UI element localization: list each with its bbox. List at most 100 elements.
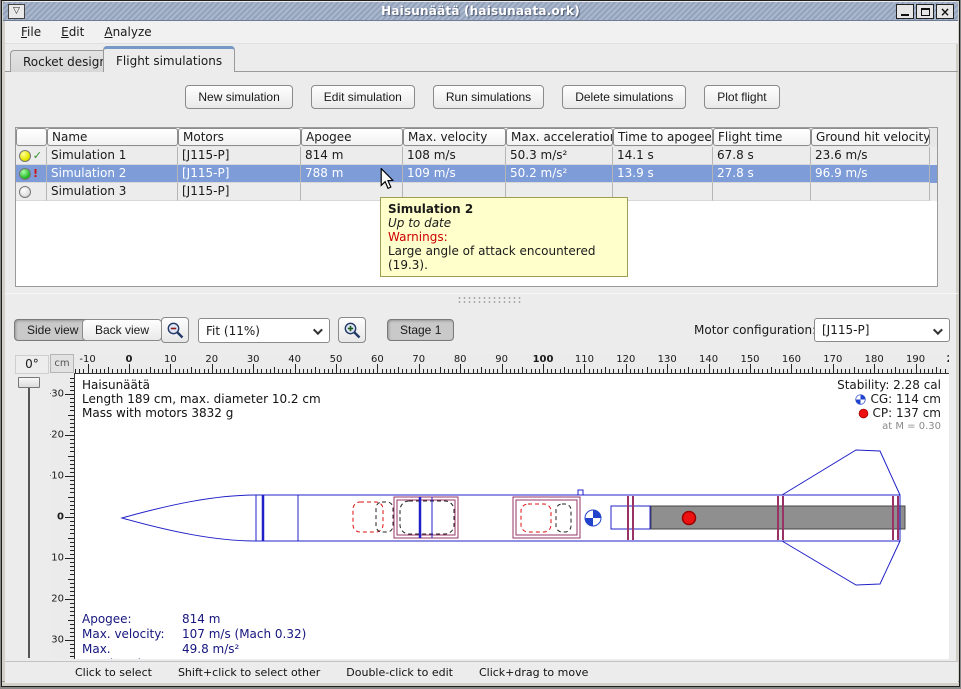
- ruler-label: 20: [51, 594, 64, 605]
- side-view-button[interactable]: Side view: [14, 319, 91, 341]
- fin-bottom: [782, 541, 900, 585]
- column-header-max-acceleration[interactable]: Max. acceleration: [506, 128, 613, 146]
- column-header-max-velocity[interactable]: Max. velocity: [403, 128, 506, 146]
- cell-name: Simulation 1: [47, 147, 178, 165]
- tab-flight-simulations[interactable]: Flight simulations: [103, 46, 235, 72]
- back-view-button[interactable]: Back view: [82, 319, 162, 341]
- shock-cord-1: [376, 502, 393, 532]
- result-max-velocity-value: 107 m/s (Mach 0.32): [182, 627, 306, 642]
- run-simulations-button[interactable]: Run simulations: [433, 85, 544, 109]
- ruler-tick: [419, 364, 420, 373]
- rocket-dimensions: Length 189 cm, max. diameter 10.2 cm: [82, 392, 321, 406]
- cg-icon: [855, 394, 866, 405]
- title-bar[interactable]: ▽ Haisunäätä (haisunaata.ork) ×: [3, 2, 958, 21]
- window-frame-left: [2, 1, 5, 687]
- rotation-slider-track[interactable]: [28, 386, 30, 658]
- maximize-icon: [921, 8, 930, 16]
- tab-rocket-design-label: Rocket design: [23, 55, 107, 69]
- status-notsimulated-icon: [19, 186, 31, 198]
- ruler-label: 40: [288, 354, 301, 365]
- ruler-label: 140: [699, 354, 718, 365]
- launch-lug: [578, 490, 583, 495]
- cell-apogee: 814 m: [301, 147, 403, 165]
- menu-edit[interactable]: Edit: [51, 22, 94, 42]
- result-apogee-value: 814 m: [182, 612, 220, 627]
- zoom-out-button[interactable]: [161, 317, 189, 343]
- column-header-ground-hit-velocity[interactable]: Ground hit velocity: [811, 128, 930, 146]
- cell-max-acceleration: 50.3 m/s²: [506, 147, 613, 165]
- ruler-label: -10: [50, 471, 64, 482]
- column-header-apogee[interactable]: Apogee: [301, 128, 403, 146]
- edit-simulation-button[interactable]: Edit simulation: [311, 85, 415, 109]
- maximize-button[interactable]: [916, 4, 934, 19]
- simulation-tooltip: Simulation 2 Up to date Warnings: Large …: [380, 197, 628, 277]
- design-info: Haisunäätä Length 189 cm, max. diameter …: [82, 378, 321, 420]
- tooltip-warnings-label: Warnings:: [388, 230, 620, 244]
- ruler-label: -20: [50, 430, 64, 441]
- column-header-flight-time[interactable]: Flight time: [713, 128, 811, 146]
- ruler-label: 200: [947, 354, 949, 365]
- table-header-row: Name Motors Apogee Max. velocity Max. ac…: [16, 128, 937, 147]
- window-menu-icon[interactable]: ▽: [8, 4, 25, 19]
- ruler-tick: [65, 476, 74, 477]
- table-row-simulation-1[interactable]: ✓ Simulation 1 [J115-P] 814 m 108 m/s 50…: [16, 147, 937, 165]
- ruler-tick: [626, 364, 627, 373]
- close-icon: ×: [940, 7, 950, 17]
- plot-flight-button[interactable]: Plot flight: [704, 85, 779, 109]
- close-button[interactable]: ×: [936, 4, 954, 19]
- ruler-tick: [65, 394, 74, 395]
- hint-click-select: Click to select: [75, 666, 152, 679]
- mouse-cursor: [379, 168, 395, 193]
- table-row-simulation-2[interactable]: ! Simulation 2 [J115-P] 788 m 109 m/s 50…: [16, 165, 937, 183]
- ruler-tick: [916, 364, 917, 373]
- cp-value: CP: 137 cm: [873, 406, 941, 420]
- cp-icon: [858, 408, 869, 419]
- menu-file[interactable]: File: [11, 22, 51, 42]
- cell-flight-time: 27.8 s: [713, 165, 811, 183]
- motor-configuration-select[interactable]: [J115-P]: [814, 318, 950, 342]
- tooltip-status: Up to date: [388, 216, 620, 230]
- splitter-grip[interactable]: [457, 296, 523, 303]
- menu-analyze[interactable]: Analyze: [94, 22, 161, 42]
- ruler-tick: [295, 364, 296, 373]
- column-header-time-to-apogee[interactable]: Time to apogee: [613, 128, 713, 146]
- ruler-tick: [502, 364, 503, 373]
- fin-top: [782, 450, 900, 495]
- zoom-in-icon: [343, 321, 362, 340]
- ruler-label: 120: [616, 354, 635, 365]
- window-title: Haisunäätä (haisunaata.ork): [3, 4, 958, 18]
- zoom-level-select[interactable]: Fit (11%): [198, 318, 330, 343]
- ruler-tick: [833, 364, 834, 373]
- ruler-label: 80: [454, 354, 467, 365]
- cg-marker: [585, 510, 601, 526]
- new-simulation-button[interactable]: New simulation: [185, 85, 292, 109]
- ruler-tick: [791, 364, 792, 373]
- ruler-tick: [750, 364, 751, 373]
- menu-bar: File Edit Analyze: [5, 21, 958, 44]
- column-header-status[interactable]: [16, 128, 47, 146]
- hint-double-click: Double-click to edit: [346, 666, 453, 679]
- chevron-down-icon: [933, 325, 943, 335]
- rotation-angle-label: 0°: [15, 355, 49, 374]
- ruler-label: 190: [906, 354, 925, 365]
- ruler-label: 70: [412, 354, 425, 365]
- cell-flight-time: [713, 183, 811, 201]
- openrocket-window: ▽ Haisunäätä (haisunaata.ork) × File Edi…: [1, 0, 960, 687]
- result-max-velocity-label: Max. velocity:: [82, 627, 182, 642]
- ruler-label: 160: [782, 354, 801, 365]
- ruler-tick: [65, 599, 74, 600]
- zoom-in-button[interactable]: [338, 317, 366, 343]
- rocket-canvas[interactable]: Haisunäätä Length 189 cm, max. diameter …: [74, 373, 949, 659]
- column-header-motors[interactable]: Motors: [178, 128, 301, 146]
- delete-simulations-button[interactable]: Delete simulations: [562, 85, 686, 109]
- rotation-slider-handle[interactable]: [18, 377, 40, 388]
- ruler-label: 60: [371, 354, 384, 365]
- stage-1-toggle[interactable]: Stage 1: [387, 319, 454, 341]
- status-outdated-icon: [19, 150, 31, 162]
- minimize-button[interactable]: [896, 4, 914, 19]
- result-max-acceleration-label: Max. acceleration:: [82, 642, 182, 659]
- hint-shift-click: Shift+click to select other: [178, 666, 320, 679]
- simulation-button-row: New simulation Edit simulation Run simul…: [16, 85, 949, 109]
- status-warning-icon: !: [33, 168, 38, 180]
- column-header-name[interactable]: Name: [47, 128, 178, 146]
